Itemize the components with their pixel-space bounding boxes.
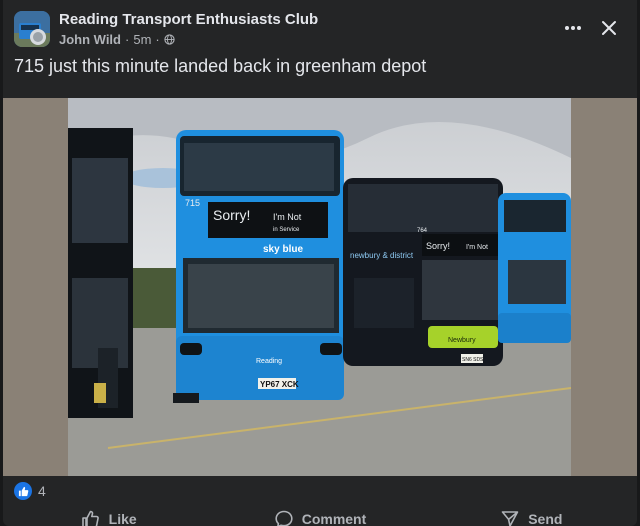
post-text: 715 just this minute landed back in gree… [14, 56, 427, 76]
bus-715-small-brand: Reading [256, 358, 282, 365]
send-icon [501, 511, 519, 526]
close-icon [602, 21, 616, 35]
more-horizontal-icon [565, 26, 581, 30]
bus-newbury: Sorry! I'm Not 764 newbury & district Ne… [343, 178, 503, 366]
post-time[interactable]: 5m [133, 32, 151, 47]
globe-icon [164, 34, 175, 45]
post-media[interactable]: Sorry! I'm Not in Service 715 sky blue R… [3, 98, 637, 476]
thumbs-up-icon [18, 486, 28, 496]
reaction-count: 4 [38, 483, 46, 499]
post-meta: John Wild · 5m · [59, 32, 175, 47]
bus-715-brand: sky blue [263, 244, 303, 255]
like-icon [14, 482, 32, 500]
comment-icon [275, 510, 293, 526]
send-button[interactable]: Send [426, 504, 637, 526]
bus-newbury-destination-1: Sorry! [426, 241, 450, 251]
comment-label: Comment [301, 511, 367, 526]
meta-separator-2: · [155, 32, 160, 47]
bus-newbury-brand: newbury & district [350, 251, 414, 260]
like-button[interactable]: Like [3, 504, 214, 526]
author-name[interactable]: John Wild [59, 32, 121, 47]
meta-separator: · [125, 32, 130, 47]
bus-newbury-registration: SN6 SDS [462, 357, 484, 363]
bus-newbury-destination-2: I'm Not [466, 244, 488, 251]
group-avatar[interactable] [14, 11, 50, 47]
reactions-summary[interactable]: 4 [14, 482, 46, 500]
bus-715-fleet-number: 715 [185, 198, 200, 208]
group-name[interactable]: Reading Transport Enthusiasts Club [59, 11, 318, 28]
close-button[interactable] [593, 12, 625, 44]
like-label: Like [108, 511, 137, 526]
bus-715-registration: YP67 XCK [260, 380, 299, 389]
bus-newbury-fleet-number: 764 [417, 228, 428, 234]
send-label: Send [528, 511, 563, 526]
post-header: Reading Transport Enthusiasts Club John … [3, 0, 637, 56]
post-card: Reading Transport Enthusiasts Club John … [3, 0, 637, 526]
comment-button[interactable]: Comment [214, 504, 425, 526]
bus-715-destination-1: Sorry! [213, 207, 250, 223]
bus-715: Sorry! I'm Not in Service 715 sky blue R… [173, 130, 344, 403]
bus-newbury-small-brand: Newbury [448, 337, 476, 344]
bus-photo[interactable]: Sorry! I'm Not in Service 715 sky blue R… [68, 98, 571, 476]
post-actions: Like Comment Send [3, 504, 637, 526]
group-avatar-image [14, 11, 50, 47]
bus-715-destination-3: in Service [273, 227, 300, 233]
bus-715-destination-2: I'm Not [273, 212, 302, 222]
thumbs-up-outline-icon [81, 510, 99, 526]
more-options-button[interactable] [559, 14, 587, 42]
